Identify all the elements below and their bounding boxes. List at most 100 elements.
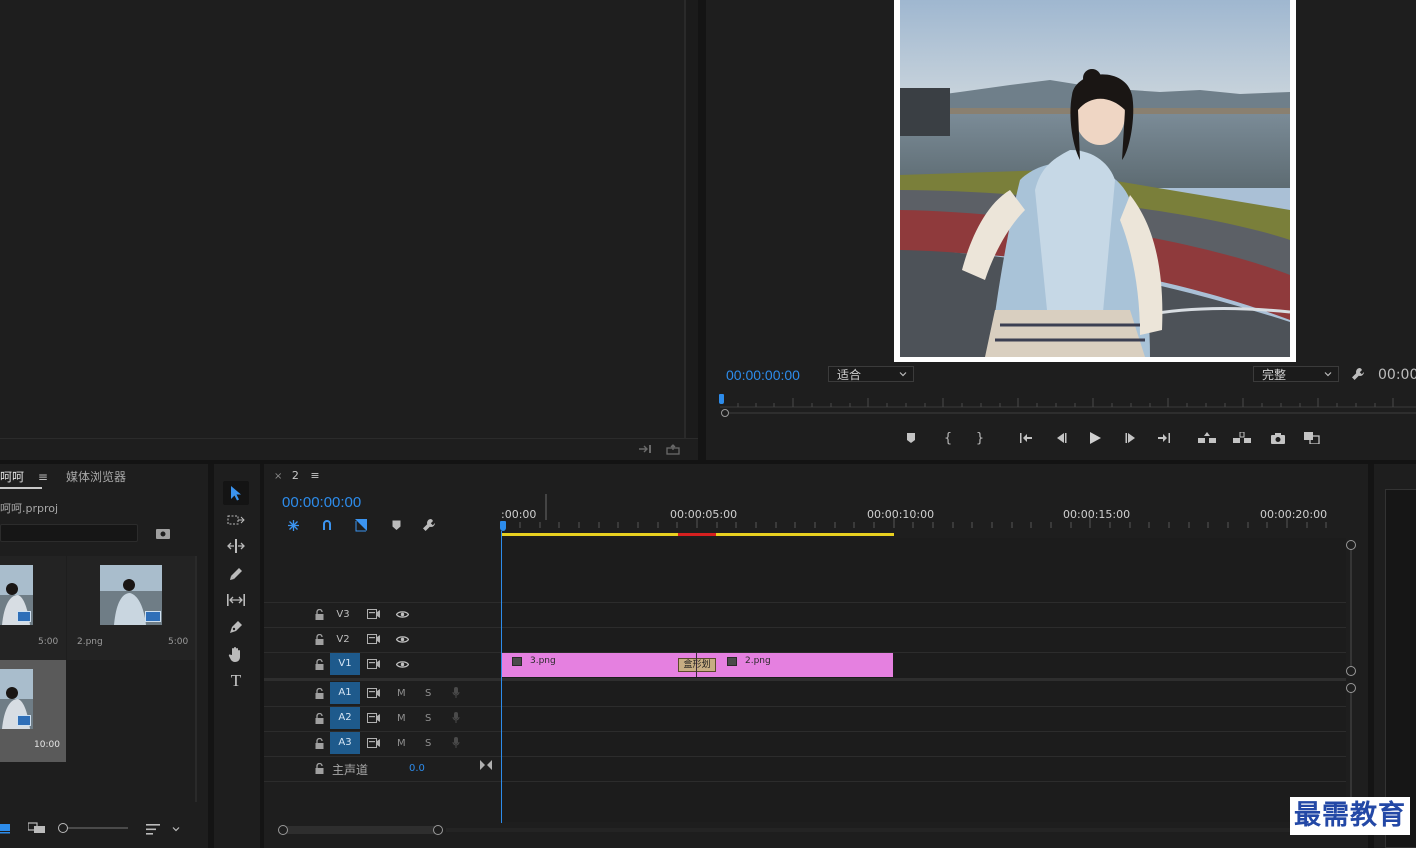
timeline-scroll-track[interactable] xyxy=(446,828,1346,832)
master-volume-value[interactable]: 0.0 xyxy=(409,763,425,774)
solo-button[interactable]: S xyxy=(425,688,431,699)
clip-3png[interactable]: 3.png xyxy=(502,653,698,677)
source-panel-scrollbar[interactable] xyxy=(684,0,686,438)
track-target-v1[interactable]: V1 xyxy=(330,653,360,675)
solo-button[interactable]: S xyxy=(425,713,431,724)
video-tracks-scrollbar[interactable] xyxy=(1346,540,1356,678)
media-browser-tab[interactable]: 媒体浏览器 xyxy=(66,468,126,485)
toggle-sync-lock-icon[interactable] xyxy=(366,632,382,646)
project-item[interactable]: 2.png 5:00 xyxy=(67,556,195,660)
zoom-fit-select[interactable]: 适合 xyxy=(828,366,914,382)
eye-icon[interactable] xyxy=(394,607,410,621)
toggle-sync-lock-icon[interactable] xyxy=(366,657,382,671)
go-to-end-icon[interactable] xyxy=(478,758,494,772)
project-file-name: 呵呵.prproj xyxy=(0,502,59,515)
extract-icon[interactable] xyxy=(1232,430,1252,446)
program-timecode[interactable]: 00:00:00:00 xyxy=(726,367,800,383)
razor-tool-icon[interactable] xyxy=(224,563,248,583)
toggle-sync-lock-icon[interactable] xyxy=(366,711,382,725)
toggle-sync-lock-icon[interactable] xyxy=(366,607,382,621)
project-items-scrollbar[interactable] xyxy=(195,556,197,802)
program-duration: 00:00: xyxy=(1378,367,1416,383)
eye-icon[interactable] xyxy=(394,657,410,671)
compare-view-icon[interactable] xyxy=(1302,430,1322,446)
solo-button[interactable]: S xyxy=(425,738,431,749)
ripple-edit-tool-icon[interactable] xyxy=(224,536,248,556)
clip-2png[interactable]: 2.png xyxy=(698,653,893,677)
find-icon[interactable] xyxy=(154,525,172,541)
snap-icon[interactable] xyxy=(318,517,336,533)
project-item-selected[interactable]: 10:00 xyxy=(0,660,66,762)
freeform-view-icon[interactable] xyxy=(26,820,48,836)
camera-icon[interactable] xyxy=(1269,430,1287,446)
nest-toggle-icon[interactable] xyxy=(284,517,302,533)
hand-tool-icon[interactable] xyxy=(224,643,248,665)
lock-icon[interactable] xyxy=(312,761,326,775)
timeline-tab[interactable]: × 2 ≡ xyxy=(274,469,320,482)
panel-divider-vertical[interactable] xyxy=(698,0,706,460)
eye-icon[interactable] xyxy=(394,632,410,646)
lock-icon[interactable] xyxy=(312,736,326,750)
mute-button[interactable]: M xyxy=(397,688,406,699)
go-to-out-icon[interactable] xyxy=(1155,430,1173,446)
linked-selection-icon[interactable] xyxy=(352,517,370,533)
list-view-icon[interactable] xyxy=(0,822,12,834)
microphone-icon[interactable] xyxy=(449,711,463,725)
type-tool-icon[interactable]: T xyxy=(224,670,248,692)
mute-button[interactable]: M xyxy=(397,713,406,724)
mark-in-icon[interactable]: { xyxy=(940,430,956,446)
track-header-v3: V3 xyxy=(264,603,500,627)
sort-icons-icon[interactable] xyxy=(144,821,162,837)
mute-button[interactable]: M xyxy=(397,738,406,749)
track-target-a1[interactable]: A1 xyxy=(330,682,360,704)
track-target-a2[interactable]: A2 xyxy=(330,707,360,729)
selection-tool-icon[interactable] xyxy=(223,481,249,505)
lock-icon[interactable] xyxy=(312,607,326,621)
timeline-playhead-head[interactable] xyxy=(500,521,506,531)
close-tab-icon[interactable]: × xyxy=(274,471,282,482)
microphone-icon[interactable] xyxy=(449,686,463,700)
lock-icon[interactable] xyxy=(312,711,326,725)
lift-icon[interactable] xyxy=(1197,430,1217,446)
add-marker-icon[interactable] xyxy=(387,517,405,533)
chevron-down-icon[interactable] xyxy=(170,821,182,837)
track-target-v3[interactable]: V3 xyxy=(328,604,358,626)
pen-tool-icon[interactable] xyxy=(224,617,248,637)
track-target-v2[interactable]: V2 xyxy=(328,629,358,651)
step-forward-icon[interactable] xyxy=(1122,430,1140,446)
add-marker-icon[interactable] xyxy=(903,430,919,446)
track-target-a3[interactable]: A3 xyxy=(330,732,360,754)
lock-icon[interactable] xyxy=(312,657,326,671)
project-item[interactable]: 5:00 xyxy=(0,556,66,660)
step-back-icon[interactable] xyxy=(1052,430,1070,446)
mark-out-icon[interactable]: } xyxy=(972,430,988,446)
track-select-tool-icon[interactable] xyxy=(224,510,248,530)
export-frame-icon[interactable] xyxy=(636,441,654,457)
timeline-settings-icon[interactable] xyxy=(420,517,438,533)
lock-icon[interactable] xyxy=(312,632,326,646)
timeline-tab-label: 2 xyxy=(291,469,299,482)
program-playhead[interactable] xyxy=(719,394,724,404)
program-zoom-scrollbar[interactable] xyxy=(720,409,1416,417)
go-to-in-icon[interactable] xyxy=(1017,430,1035,446)
thumbnail-zoom-slider[interactable] xyxy=(58,823,128,833)
audio-meter-frame xyxy=(1385,489,1416,848)
transition-box-wipe[interactable]: 盒形划 xyxy=(678,658,716,672)
slip-tool-icon[interactable] xyxy=(224,590,248,610)
project-tab[interactable]: 呵呵 ≡ xyxy=(0,468,48,488)
wrench-icon[interactable] xyxy=(1350,366,1366,382)
play-icon[interactable] xyxy=(1086,430,1104,446)
timeline-zoom-scrollbar[interactable] xyxy=(278,824,444,836)
project-search-input[interactable] xyxy=(0,524,138,542)
toggle-sync-lock-icon[interactable] xyxy=(366,686,382,700)
panel-menu-icon[interactable]: ≡ xyxy=(310,469,319,482)
lock-icon[interactable] xyxy=(312,686,326,700)
microphone-icon[interactable] xyxy=(449,736,463,750)
timeline-timecode[interactable]: 00:00:00:00 xyxy=(282,494,361,511)
export-icon[interactable] xyxy=(664,441,682,457)
panel-menu-icon[interactable]: ≡ xyxy=(38,470,48,484)
source-panel xyxy=(0,0,684,438)
playback-quality-select[interactable]: 完整 xyxy=(1253,366,1339,382)
program-time-ruler[interactable] xyxy=(720,394,1416,408)
toggle-sync-lock-icon[interactable] xyxy=(366,736,382,750)
